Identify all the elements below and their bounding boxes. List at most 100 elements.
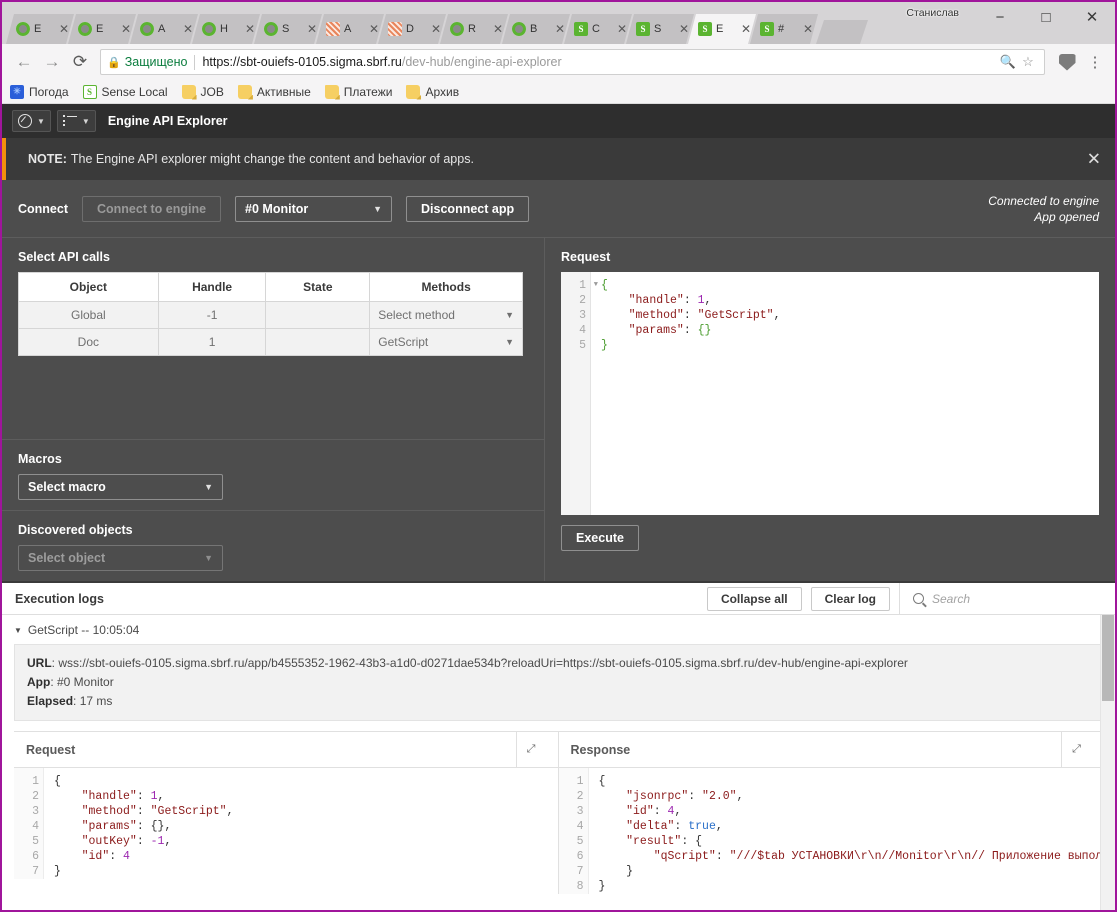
maximize-icon[interactable]: □ xyxy=(1023,2,1069,32)
browser-tab[interactable]: E ✕ xyxy=(68,14,136,44)
method-value: Select method xyxy=(378,308,455,322)
app-list-menu-button[interactable]: ▼ xyxy=(56,110,96,132)
browser-tab[interactable]: S S ✕ xyxy=(626,14,694,44)
chevron-down-icon[interactable]: ▼ xyxy=(14,626,22,635)
method-dropdown[interactable]: Select method ▼ xyxy=(369,301,523,329)
line-number: 4 xyxy=(579,324,586,337)
bookmark-item[interactable]: Архив xyxy=(406,84,460,99)
tab-close-icon[interactable]: ✕ xyxy=(554,22,566,36)
browser-tab[interactable]: B ✕ xyxy=(502,14,570,44)
user-badge[interactable]: Станислав xyxy=(900,6,965,20)
tab-close-icon[interactable]: ✕ xyxy=(616,22,628,36)
browser-tab[interactable]: R ✕ xyxy=(440,14,508,44)
browser-tab-active[interactable]: S E ✕ xyxy=(688,14,756,44)
log-entry-title: GetScript -- 10:05:04 xyxy=(27,623,140,637)
search-input[interactable]: Search xyxy=(932,592,970,606)
browser-tab[interactable]: S C ✕ xyxy=(564,14,632,44)
expand-icon[interactable]: ⤢ xyxy=(1061,732,1091,767)
tab-close-icon[interactable]: ✕ xyxy=(492,22,504,36)
close-icon[interactable]: ✕ xyxy=(1087,151,1101,168)
browser-tab[interactable]: A ✕ xyxy=(316,14,384,44)
request-code[interactable]: { "handle": 1, "method": "GetScript", "p… xyxy=(591,272,1099,515)
browser-tab[interactable]: S ✕ xyxy=(254,14,322,44)
browser-tab[interactable]: D ✕ xyxy=(378,14,446,44)
qlik-icon xyxy=(140,22,154,36)
discovered-objects-title: Discovered objects xyxy=(18,523,133,537)
clear-log-button[interactable]: Clear log xyxy=(810,586,890,611)
main-split: Select API calls Object Handle State Met… xyxy=(2,238,1115,581)
zoom-icon[interactable]: 🔍 xyxy=(998,54,1018,70)
bookmark-star-icon[interactable]: ☆ xyxy=(1018,54,1038,70)
browser-menu-icon[interactable]: ⋮ xyxy=(1083,51,1107,73)
browser-tab[interactable]: E ✕ xyxy=(6,14,74,44)
expand-icon[interactable]: ⤢ xyxy=(515,732,546,767)
execute-button[interactable]: Execute xyxy=(561,525,639,551)
bookmark-label: Платежи xyxy=(343,84,393,99)
cell-handle: -1 xyxy=(157,301,267,329)
log-response-pane: Response ⤢ 1 2 3 4 5 6 7 8 {"jsonrpc": … xyxy=(558,732,1104,894)
bookmark-item[interactable]: ✳ Погода xyxy=(10,84,69,99)
address-bar[interactable]: 🔒 Защищено https://sbt-ouiefs-0105.sigma… xyxy=(100,49,1045,75)
request-editor[interactable]: ▼ 1 2 3 4 5 { "handle": 1, "method": "Get… xyxy=(561,272,1099,515)
tab-close-icon[interactable]: ✕ xyxy=(58,22,70,36)
object-select-value: Select object xyxy=(28,551,106,565)
logs-scrollbar-thumb[interactable] xyxy=(1102,615,1114,701)
macro-select-dropdown[interactable]: Select macro ▼ xyxy=(18,474,223,500)
tab-close-icon[interactable]: ✕ xyxy=(244,22,256,36)
status-engine: Connected to engine xyxy=(988,193,1099,208)
minimize-icon[interactable]: − xyxy=(977,2,1023,32)
fold-icon[interactable]: ▼ xyxy=(594,278,598,293)
window-controls: − □ ✕ xyxy=(977,2,1115,32)
method-dropdown[interactable]: GetScript ▼ xyxy=(369,328,523,356)
line-number: 5 xyxy=(576,835,584,848)
log-request-code[interactable]: { "handle": 1, "method": "GetScript", "p… xyxy=(44,768,558,879)
sense-icon: S xyxy=(574,22,588,36)
tab-close-icon[interactable]: ✕ xyxy=(306,22,318,36)
url-host: https://sbt-ouiefs-0105.sigma.sbrf.ru xyxy=(202,55,402,69)
new-tab-button[interactable] xyxy=(816,20,868,44)
discovered-objects-section: Discovered objects Select object ▼ xyxy=(2,511,544,581)
tab-label: D xyxy=(406,23,414,35)
engine-api-explorer-app: ▼ ▼ Engine API Explorer NOTE: The Engine… xyxy=(2,104,1115,910)
sense-icon: S xyxy=(698,22,712,36)
app-select-dropdown[interactable]: #0 Monitor ▼ xyxy=(235,195,393,222)
tab-close-icon[interactable]: ✕ xyxy=(802,22,814,36)
navigation-menu-button[interactable]: ▼ xyxy=(12,110,51,132)
browser-tab[interactable]: H ✕ xyxy=(192,14,260,44)
reload-icon[interactable]: ⟳ xyxy=(66,48,94,76)
back-icon[interactable]: ← xyxy=(10,48,38,76)
object-select-dropdown[interactable]: Select object ▼ xyxy=(18,545,223,571)
forward-icon[interactable]: → xyxy=(38,48,66,76)
bookmark-label: Архив xyxy=(425,84,460,99)
browser-tab[interactable]: S # ✕ xyxy=(750,14,818,44)
line-number: 7 xyxy=(32,865,39,878)
log-search[interactable]: Search xyxy=(899,582,1115,615)
log-response-code[interactable]: { "jsonrpc": "2.0", "id": 4, "delta": tr… xyxy=(589,768,1104,894)
tab-close-icon[interactable]: ✕ xyxy=(430,22,442,36)
bookmark-item[interactable]: Активные xyxy=(237,84,311,99)
bookmark-item[interactable]: S Sense Local xyxy=(82,84,168,99)
close-icon[interactable]: ✕ xyxy=(1069,2,1115,32)
qlik-icon xyxy=(202,22,216,36)
tab-close-icon[interactable]: ✕ xyxy=(120,22,132,36)
tab-close-icon[interactable]: ✕ xyxy=(678,22,690,36)
line-number: 5 xyxy=(579,339,586,352)
bookmark-item[interactable]: JOB xyxy=(181,84,224,99)
tab-close-icon[interactable]: ✕ xyxy=(368,22,380,36)
line-number: 3 xyxy=(32,805,39,818)
logs-scrollbar[interactable] xyxy=(1100,615,1115,910)
bookmark-item[interactable]: Платежи xyxy=(324,84,393,99)
tab-close-icon[interactable]: ✕ xyxy=(740,22,752,36)
connect-to-engine-button[interactable]: Connect to engine xyxy=(82,195,222,222)
tab-close-icon[interactable]: ✕ xyxy=(182,22,194,36)
table-row[interactable]: Doc 1 GetScript ▼ xyxy=(18,328,523,356)
pocket-extension-icon[interactable] xyxy=(1055,51,1079,73)
line-number: 5 xyxy=(32,835,39,848)
collapse-all-button[interactable]: Collapse all xyxy=(706,586,802,611)
log-entry-header[interactable]: ▼ GetScript -- 10:05:04 xyxy=(14,623,1103,637)
log-app-value: #0 Monitor xyxy=(57,675,114,689)
divider xyxy=(194,54,196,70)
disconnect-app-button[interactable]: Disconnect app xyxy=(406,195,530,222)
table-row[interactable]: Global -1 Select method ▼ xyxy=(18,301,523,329)
browser-tab[interactable]: A ✕ xyxy=(130,14,198,44)
